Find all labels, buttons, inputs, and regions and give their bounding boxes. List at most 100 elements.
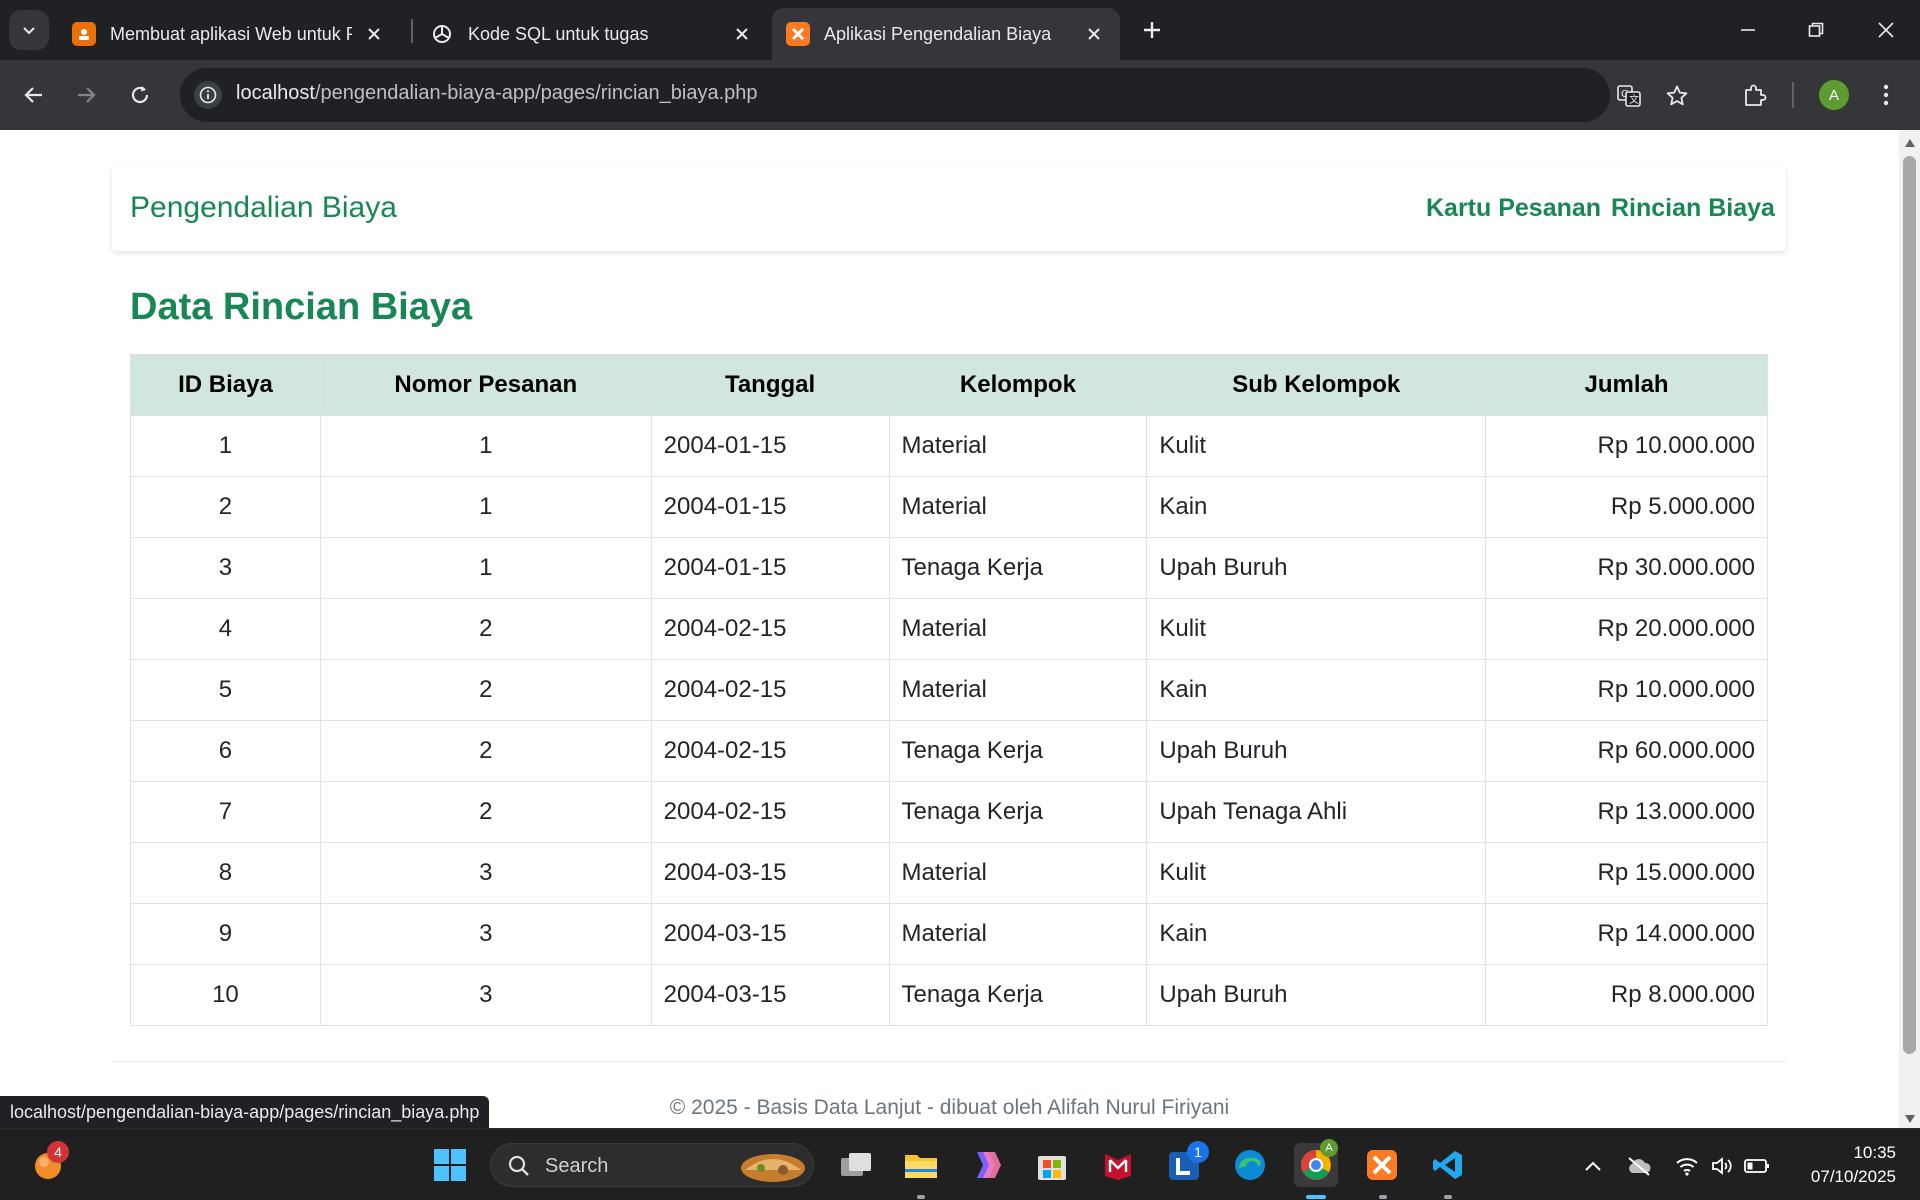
cell-jumlah: Rp 60.000.000 bbox=[1485, 720, 1768, 782]
cell-kelompok: Material bbox=[888, 842, 1148, 904]
scroll-up-icon[interactable] bbox=[1903, 136, 1916, 149]
browser-tab-1[interactable]: Membuat aplikasi Web untuk P bbox=[58, 8, 400, 60]
reload-icon bbox=[131, 86, 149, 104]
minimize-button[interactable] bbox=[1714, 0, 1782, 60]
chevron-up-icon[interactable] bbox=[1580, 1153, 1606, 1179]
cell-sub-kelompok: Kain bbox=[1146, 476, 1487, 538]
cell-kelompok: Material bbox=[888, 598, 1148, 660]
wifi-icon[interactable] bbox=[1674, 1153, 1700, 1179]
close-icon[interactable] bbox=[730, 22, 754, 46]
taskbar-search-box[interactable]: Search bbox=[490, 1143, 814, 1187]
cell-tanggal: 2004-01-15 bbox=[650, 537, 890, 599]
edge-icon[interactable] bbox=[1228, 1143, 1272, 1187]
column-header-kelompok: Kelompok bbox=[888, 354, 1148, 416]
xampp-taskbar-icon[interactable] bbox=[1360, 1143, 1404, 1187]
tab-search-button[interactable] bbox=[9, 10, 49, 50]
translate-icon[interactable]: G文 bbox=[1614, 81, 1644, 111]
close-icon[interactable] bbox=[362, 22, 386, 46]
cell-nomor-pesanan: 2 bbox=[319, 781, 652, 843]
plus-icon bbox=[1144, 22, 1160, 38]
column-header-id-biaya: ID Biaya bbox=[130, 354, 321, 416]
cell-kelompok: Tenaga Kerja bbox=[888, 781, 1148, 843]
address-bar[interactable]: localhost/pengendalian-biaya-app/pages/r… bbox=[180, 68, 1688, 122]
cell-jumlah: Rp 30.000.000 bbox=[1485, 537, 1768, 599]
cell-jumlah: Rp 13.000.000 bbox=[1485, 781, 1768, 843]
cell-tanggal: 2004-02-15 bbox=[650, 659, 890, 721]
column-header-nomor-pesanan: Nomor Pesanan bbox=[319, 354, 652, 416]
running-indicator bbox=[1306, 1195, 1326, 1199]
tab-separator bbox=[411, 19, 413, 43]
browser-tab-3-active[interactable]: Aplikasi Pengendalian Biaya bbox=[772, 8, 1120, 60]
bookmark-star-icon[interactable] bbox=[1662, 81, 1692, 111]
search-highlight-icon bbox=[741, 1154, 805, 1182]
site-info-icon[interactable] bbox=[194, 81, 222, 109]
vscode-icon[interactable] bbox=[1426, 1143, 1470, 1187]
web-page: Pengendalian Biaya Kartu Pesanan Rincian… bbox=[0, 130, 1899, 1128]
cell-nomor-pesanan: 1 bbox=[319, 537, 652, 599]
cell-nomor-pesanan: 2 bbox=[319, 598, 652, 660]
cell-tanggal: 2004-03-15 bbox=[650, 903, 890, 965]
cell-kelompok: Tenaga Kerja bbox=[888, 964, 1148, 1026]
forward-button[interactable] bbox=[66, 75, 106, 115]
cell-tanggal: 2004-03-15 bbox=[650, 842, 890, 904]
cell-sub-kelompok: Kulit bbox=[1146, 415, 1487, 477]
profile-avatar[interactable]: A bbox=[1819, 80, 1849, 110]
nav-link-rincian-biaya[interactable]: Rincian Biaya bbox=[1611, 194, 1775, 223]
windows-taskbar: 4 Search 1 A 10:35 07/10/2025 bbox=[0, 1128, 1920, 1200]
back-button[interactable] bbox=[14, 75, 54, 115]
microsoft-store-icon[interactable] bbox=[1030, 1143, 1074, 1187]
column-header-tanggal: Tanggal bbox=[650, 354, 890, 416]
running-indicator bbox=[1379, 1195, 1387, 1199]
minimize-icon bbox=[1741, 29, 1755, 31]
taskbar-clock[interactable]: 10:35 07/10/2025 bbox=[1811, 1141, 1896, 1189]
cell-nomor-pesanan: 3 bbox=[319, 842, 652, 904]
cell-tanggal: 2004-02-15 bbox=[650, 720, 890, 782]
page-title: Data Rincian Biaya bbox=[130, 286, 473, 328]
battery-icon[interactable] bbox=[1744, 1153, 1770, 1179]
table-row: 10 3 2004-03-15 Tenaga Kerja Upah Buruh … bbox=[130, 964, 1768, 1026]
close-window-button[interactable] bbox=[1852, 0, 1920, 60]
close-icon bbox=[1878, 22, 1894, 38]
windows-start-icon[interactable] bbox=[428, 1143, 472, 1187]
chrome-profile-badge: A bbox=[1320, 1139, 1338, 1157]
table-row: 1 1 2004-01-15 Material Kulit Rp 10.000.… bbox=[130, 415, 1768, 477]
app-navbar: Pengendalian Biaya Kartu Pesanan Rincian… bbox=[112, 167, 1786, 251]
close-icon[interactable] bbox=[1082, 22, 1106, 46]
url-text[interactable]: localhost/pengendalian-biaya-app/pages/r… bbox=[236, 82, 758, 105]
cell-id-biaya: 1 bbox=[130, 415, 321, 477]
more-menu-icon[interactable] bbox=[1869, 78, 1903, 112]
cell-id-biaya: 9 bbox=[130, 903, 321, 965]
restore-button[interactable] bbox=[1782, 0, 1850, 60]
column-header-jumlah: Jumlah bbox=[1485, 354, 1768, 416]
onedrive-offline-icon[interactable] bbox=[1626, 1153, 1652, 1179]
copilot-icon[interactable] bbox=[964, 1143, 1008, 1187]
cell-kelompok: Material bbox=[888, 903, 1148, 965]
cell-id-biaya: 3 bbox=[130, 537, 321, 599]
cell-kelompok: Tenaga Kerja bbox=[888, 720, 1148, 782]
browser-tab-2[interactable]: Kode SQL untuk tugas bbox=[416, 8, 768, 60]
cell-id-biaya: 10 bbox=[130, 964, 321, 1026]
restore-icon bbox=[1808, 22, 1824, 37]
cell-sub-kelompok: Upah Buruh bbox=[1146, 720, 1487, 782]
table-row: 3 1 2004-01-15 Tenaga Kerja Upah Buruh R… bbox=[130, 537, 1768, 599]
cell-tanggal: 2004-02-15 bbox=[650, 598, 890, 660]
task-view-icon[interactable] bbox=[834, 1143, 878, 1187]
browser-toolbar: localhost/pengendalian-biaya-app/pages/r… bbox=[0, 60, 1920, 130]
brand-link[interactable]: Pengendalian Biaya bbox=[130, 191, 397, 225]
nav-link-kartu-pesanan[interactable]: Kartu Pesanan bbox=[1426, 194, 1601, 223]
table-row: 8 3 2004-03-15 Material Kulit Rp 15.000.… bbox=[130, 842, 1768, 904]
cell-jumlah: Rp 14.000.000 bbox=[1485, 903, 1768, 965]
scroll-down-icon[interactable] bbox=[1903, 1112, 1916, 1125]
tab-title: Membuat aplikasi Web untuk P bbox=[110, 23, 352, 44]
mcafee-icon[interactable] bbox=[1096, 1143, 1140, 1187]
volume-icon[interactable] bbox=[1710, 1153, 1736, 1179]
scrollbar-thumb[interactable] bbox=[1903, 156, 1916, 1054]
new-tab-button[interactable] bbox=[1134, 12, 1170, 48]
cell-tanggal: 2004-01-15 bbox=[650, 415, 890, 477]
app-badge: 1 bbox=[1187, 1141, 1209, 1163]
url-host: localhost bbox=[236, 82, 315, 104]
file-explorer-icon[interactable] bbox=[899, 1143, 943, 1187]
cell-nomor-pesanan: 2 bbox=[319, 659, 652, 721]
reload-button[interactable] bbox=[120, 75, 160, 115]
extensions-puzzle-icon[interactable] bbox=[1737, 78, 1771, 112]
